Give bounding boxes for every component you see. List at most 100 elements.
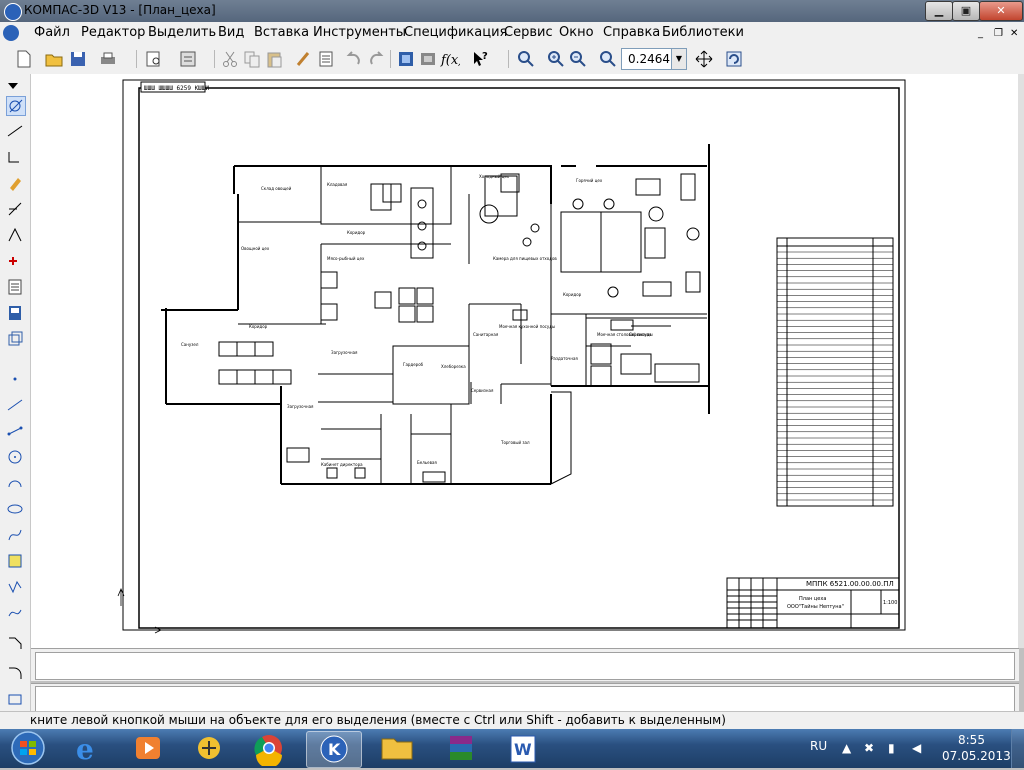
network-icon[interactable]: ✖ [864, 741, 874, 755]
room-label: Хлеборезка [441, 364, 466, 369]
symbols-icon[interactable] [6, 148, 24, 166]
measure-icon[interactable] [6, 226, 24, 244]
zoom-out-icon[interactable] [568, 49, 588, 69]
menu-file[interactable]: Файл [34, 25, 70, 40]
segment-icon[interactable] [6, 422, 24, 440]
mdi-minimize-button[interactable]: _ [978, 28, 983, 39]
hatch-icon[interactable] [6, 552, 24, 570]
refresh-icon[interactable] [724, 49, 744, 69]
open-folder-icon[interactable] [44, 49, 64, 69]
room-label: Коридор [347, 230, 366, 235]
select-icon[interactable] [6, 252, 24, 270]
library-icon[interactable] [418, 49, 438, 69]
spec-icon[interactable] [6, 278, 24, 296]
properties-icon[interactable] [178, 49, 198, 69]
paste-icon[interactable] [264, 49, 284, 69]
start-button[interactable] [2, 730, 54, 767]
zoom-value: 0.2464 [628, 52, 670, 66]
spline-icon[interactable] [6, 526, 24, 544]
zoom-in-icon[interactable] [546, 49, 566, 69]
windows-taskbar: e K W RU ▲ ✖ ▮ ◀ 8:55 07.05.2013 [0, 729, 1024, 768]
new-document-icon[interactable] [14, 49, 34, 69]
help-pointer-icon[interactable]: ? [470, 49, 490, 69]
ellipse-icon[interactable] [6, 500, 24, 518]
room-label: Бельевая [417, 460, 437, 465]
rectangle-icon[interactable] [6, 690, 24, 708]
maximize-button[interactable]: ▣ [952, 1, 980, 21]
parameters-field[interactable] [35, 686, 1015, 712]
menu-service[interactable]: Сервис [504, 25, 553, 40]
menu-libraries[interactable]: Библиотеки [662, 25, 744, 40]
drawing-stamp-top: ШШШ ШШШШ 6259 КШШИ [144, 85, 209, 92]
internet-explorer-icon[interactable]: e [62, 731, 116, 766]
menu-tools[interactable]: Инструменты [313, 25, 406, 40]
zoom-scale-icon[interactable] [598, 49, 618, 69]
explorer-folder-icon[interactable] [370, 731, 424, 766]
insert-icon[interactable] [6, 330, 24, 348]
menu-specification[interactable]: Спецификация [404, 25, 507, 40]
preview-icon[interactable] [144, 49, 164, 69]
dimensions-icon[interactable] [6, 122, 24, 140]
tray-arrow-icon[interactable]: ▲ [842, 741, 851, 755]
room-label: Коридор [249, 324, 268, 329]
redo-icon[interactable] [366, 49, 386, 69]
chrome-icon[interactable] [242, 731, 296, 768]
bezier-icon[interactable] [6, 604, 24, 622]
zoom-scale-select[interactable]: 0.2464 ▼ [621, 48, 687, 70]
kompas-app-icon[interactable] [4, 3, 22, 21]
point-icon[interactable] [6, 370, 24, 388]
variables-fx-icon[interactable]: f(x) [440, 49, 460, 69]
menu-window[interactable]: Окно [559, 25, 594, 40]
utility-icon[interactable] [182, 731, 236, 766]
copy-icon[interactable] [242, 49, 262, 69]
format-painter-icon[interactable] [294, 49, 314, 69]
clock-time[interactable]: 8:55 [958, 733, 985, 747]
print-icon[interactable] [98, 49, 118, 69]
menu-help[interactable]: Справка [603, 25, 660, 40]
list-icon[interactable] [316, 49, 336, 69]
chevron-down-icon[interactable]: ▼ [671, 49, 686, 69]
svg-text:f(x): f(x) [440, 53, 460, 68]
geometry-icon[interactable] [6, 96, 26, 116]
circle-icon[interactable] [6, 448, 24, 466]
menu-view[interactable]: Вид [218, 25, 244, 40]
arc-icon[interactable] [6, 474, 24, 492]
undo-icon[interactable] [344, 49, 364, 69]
pan-icon[interactable] [694, 49, 714, 69]
parametrization-icon[interactable] [6, 200, 24, 218]
polyline-icon[interactable] [6, 578, 24, 596]
floor-plan-drawing: ШШШ ШШШШ 6259 КШШИ Склад овощей Кладовая… [117, 79, 906, 634]
menu-edit[interactable]: Редактор [81, 25, 145, 40]
room-label: Кабинет директора [321, 462, 363, 467]
manager-icon[interactable] [396, 49, 416, 69]
editing-icon[interactable] [6, 174, 24, 192]
svg-text:K: K [328, 740, 341, 759]
cut-icon[interactable] [220, 49, 240, 69]
show-desktop-button[interactable] [1011, 729, 1024, 768]
menu-insert[interactable]: Вставка [254, 25, 309, 40]
clock-date[interactable]: 07.05.2013 [942, 749, 1011, 763]
reports-icon[interactable] [6, 304, 24, 322]
volume-icon[interactable]: ◀ [912, 741, 921, 755]
mdi-restore-button[interactable]: ❐ [994, 28, 1003, 39]
media-player-icon[interactable] [122, 731, 176, 766]
vertical-scrollbar[interactable] [1018, 74, 1024, 648]
mdi-close-button[interactable]: ✕ [1010, 28, 1018, 39]
auxiliary-line-icon[interactable] [6, 396, 24, 414]
close-button[interactable]: ✕ [979, 1, 1023, 21]
zoom-window-icon[interactable] [516, 49, 536, 69]
properties-field[interactable] [35, 652, 1015, 680]
save-icon[interactable] [68, 49, 88, 69]
minimize-button[interactable]: ▁ [925, 1, 953, 21]
room-label: Моечная кухонной посуды [499, 324, 555, 329]
document-icon[interactable] [3, 25, 19, 41]
menu-select[interactable]: Выделить [148, 25, 216, 40]
chamfer-icon[interactable] [6, 634, 24, 652]
drawing-canvas[interactable]: ШШШ ШШШШ 6259 КШШИ Склад овощей Кладовая… [31, 74, 1019, 648]
language-indicator[interactable]: RU [810, 739, 827, 753]
power-icon[interactable]: ▮ [888, 741, 895, 755]
kompas-taskbar-icon[interactable]: K [306, 731, 362, 768]
fillet-icon[interactable] [6, 664, 24, 682]
winrar-icon[interactable] [434, 731, 488, 766]
word-icon[interactable]: W [496, 731, 550, 766]
